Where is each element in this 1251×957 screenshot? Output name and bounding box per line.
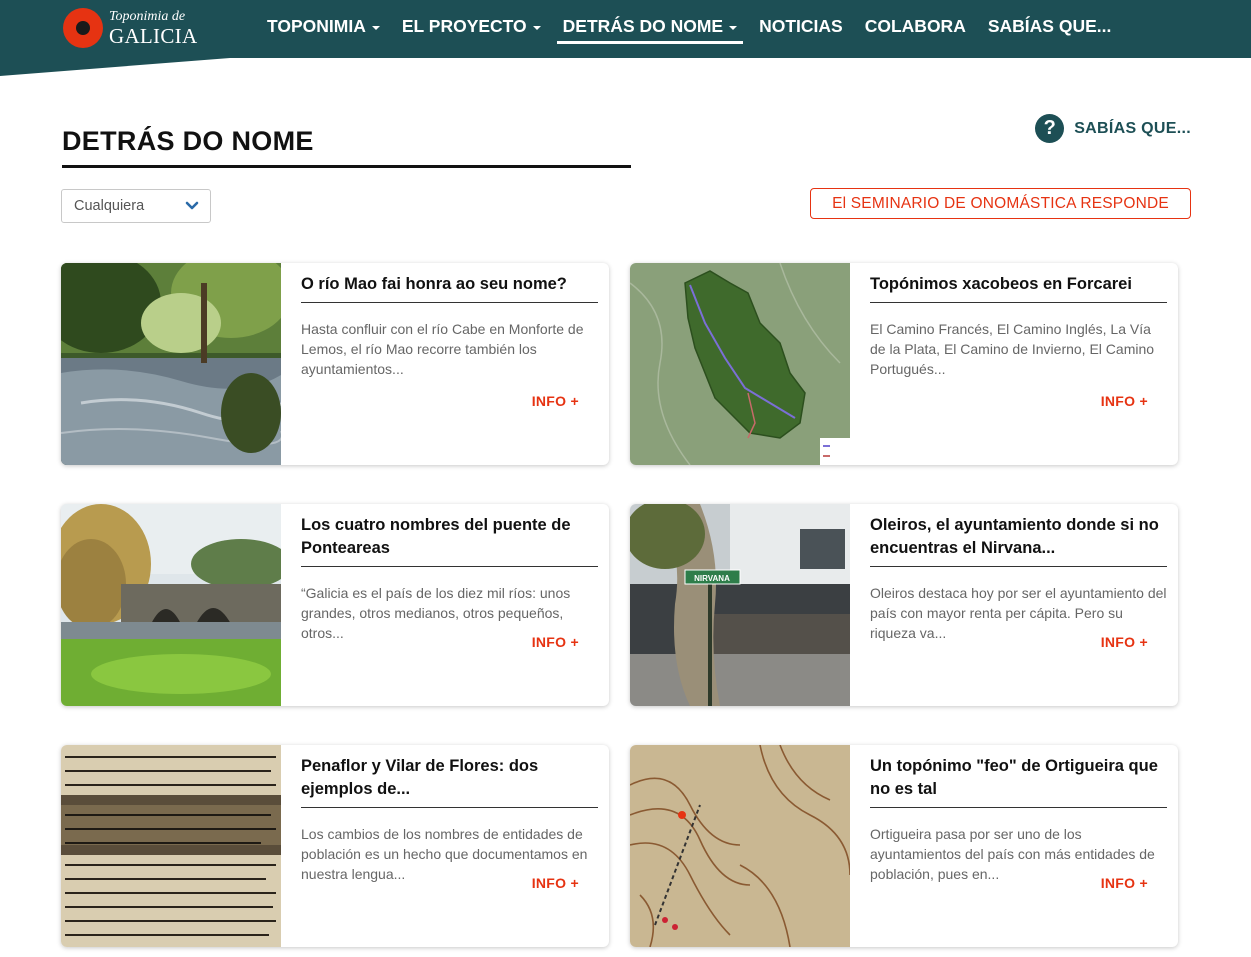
card-body: Los cuatro nombres del puente de Pontear… <box>301 514 598 643</box>
info-link[interactable]: INFO + <box>1101 393 1148 409</box>
old-dictionary-photo[interactable] <box>61 745 281 947</box>
nav-item-detras-do-nome[interactable]: DETRÁS DO NOME <box>552 0 748 52</box>
nav-label: NOTICIAS <box>759 15 843 36</box>
street-sign-photo[interactable]: NIRVANA <box>630 504 850 706</box>
card-body: O río Mao fai honra ao seu nome? Hasta c… <box>301 273 598 379</box>
nav-label: COLABORA <box>864 15 966 36</box>
nav-item-noticias[interactable]: NOTICIAS <box>748 0 854 52</box>
river-photo[interactable] <box>61 263 281 465</box>
site-logo[interactable]: Toponimia de GALICIA <box>63 8 197 48</box>
chevron-down-icon <box>185 201 199 210</box>
card-excerpt: El Camino Francés, El Camino Inglés, La … <box>870 321 1155 377</box>
card-body: Penaflor y Vilar de Flores: dos ejemplos… <box>301 755 598 884</box>
card-title[interactable]: Topónimos xacobeos en Forcarei <box>870 273 1167 303</box>
card-title[interactable]: Oleiros, el ayuntamiento donde si no enc… <box>870 514 1167 567</box>
article-card: Un topónimo "feo" de Ortigueira que no e… <box>630 745 1178 947</box>
card-body: Topónimos xacobeos en Forcarei El Camino… <box>870 273 1167 379</box>
nirvana-sign-text: NIRVANA <box>694 574 730 583</box>
nav-item-colabora[interactable]: COLABORA <box>854 0 977 52</box>
nav-label: DETRÁS DO NOME <box>562 15 724 36</box>
map-photo[interactable] <box>630 263 850 465</box>
filter-selected-value: Cualquiera <box>74 198 145 214</box>
caret-down-icon <box>532 25 541 30</box>
card-title[interactable]: O río Mao fai honra ao seu nome? <box>301 273 598 303</box>
old-map-photo[interactable] <box>630 745 850 947</box>
card-title[interactable]: Los cuatro nombres del puente de Pontear… <box>301 514 598 567</box>
title-underline <box>62 165 631 168</box>
main-nav: TOPONIMIA EL PROYECTO DETRÁS DO NOME NOT… <box>256 0 1122 52</box>
caret-down-icon <box>729 25 738 30</box>
logo-text: Toponimia de GALICIA <box>109 8 198 48</box>
site-header: Toponimia de GALICIA TOPONIMIA EL PROYEC… <box>0 0 1251 76</box>
question-icon: ? <box>1035 114 1065 143</box>
page-title: DETRÁS DO NOME <box>62 126 314 156</box>
card-excerpt: Hasta confluir con el río Cabe en Monfor… <box>301 321 584 377</box>
poppy-logo-icon <box>63 8 103 48</box>
category-filter-select[interactable]: Cualquiera <box>61 189 211 223</box>
info-link[interactable]: INFO + <box>532 393 579 409</box>
logo-text-top: Toponimia de <box>109 8 186 24</box>
nav-item-toponimia[interactable]: TOPONIMIA <box>256 0 391 52</box>
nav-label: TOPONIMIA <box>267 15 366 36</box>
nav-label: EL PROYECTO <box>401 15 527 36</box>
caret-down-icon <box>371 25 380 30</box>
info-link[interactable]: INFO + <box>532 634 579 650</box>
card-title[interactable]: Penaflor y Vilar de Flores: dos ejemplos… <box>301 755 598 808</box>
article-card: NIRVANA Oleiros, el ayuntamiento donde s… <box>630 504 1178 706</box>
article-card: O río Mao fai honra ao seu nome? Hasta c… <box>61 263 609 465</box>
article-card: Los cuatro nombres del puente de Pontear… <box>61 504 609 706</box>
card-body: Un topónimo "feo" de Ortigueira que no e… <box>870 755 1167 884</box>
info-link[interactable]: INFO + <box>1101 875 1148 891</box>
logo-text-bottom: GALICIA <box>109 23 198 48</box>
card-body: Oleiros, el ayuntamiento donde si no enc… <box>870 514 1167 643</box>
sabias-que-link[interactable]: ? SABÍAS QUE... <box>1035 114 1191 143</box>
nav-item-sabias-que[interactable]: SABÍAS QUE... <box>977 0 1123 52</box>
nav-item-el-proyecto[interactable]: EL PROYECTO <box>391 0 552 52</box>
nav-label: SABÍAS QUE... <box>987 15 1112 36</box>
card-title[interactable]: Un topónimo "feo" de Ortigueira que no e… <box>870 755 1167 808</box>
sabias-que-label: SABÍAS QUE... <box>1074 119 1191 137</box>
info-link[interactable]: INFO + <box>532 875 579 891</box>
info-link[interactable]: INFO + <box>1101 634 1148 650</box>
article-card: Topónimos xacobeos en Forcarei El Camino… <box>630 263 1178 465</box>
seminario-responde-button[interactable]: El SEMINARIO DE ONOMÁSTICA RESPONDE <box>810 188 1191 219</box>
bridge-photo[interactable] <box>61 504 281 706</box>
article-card: Penaflor y Vilar de Flores: dos ejemplos… <box>61 745 609 947</box>
